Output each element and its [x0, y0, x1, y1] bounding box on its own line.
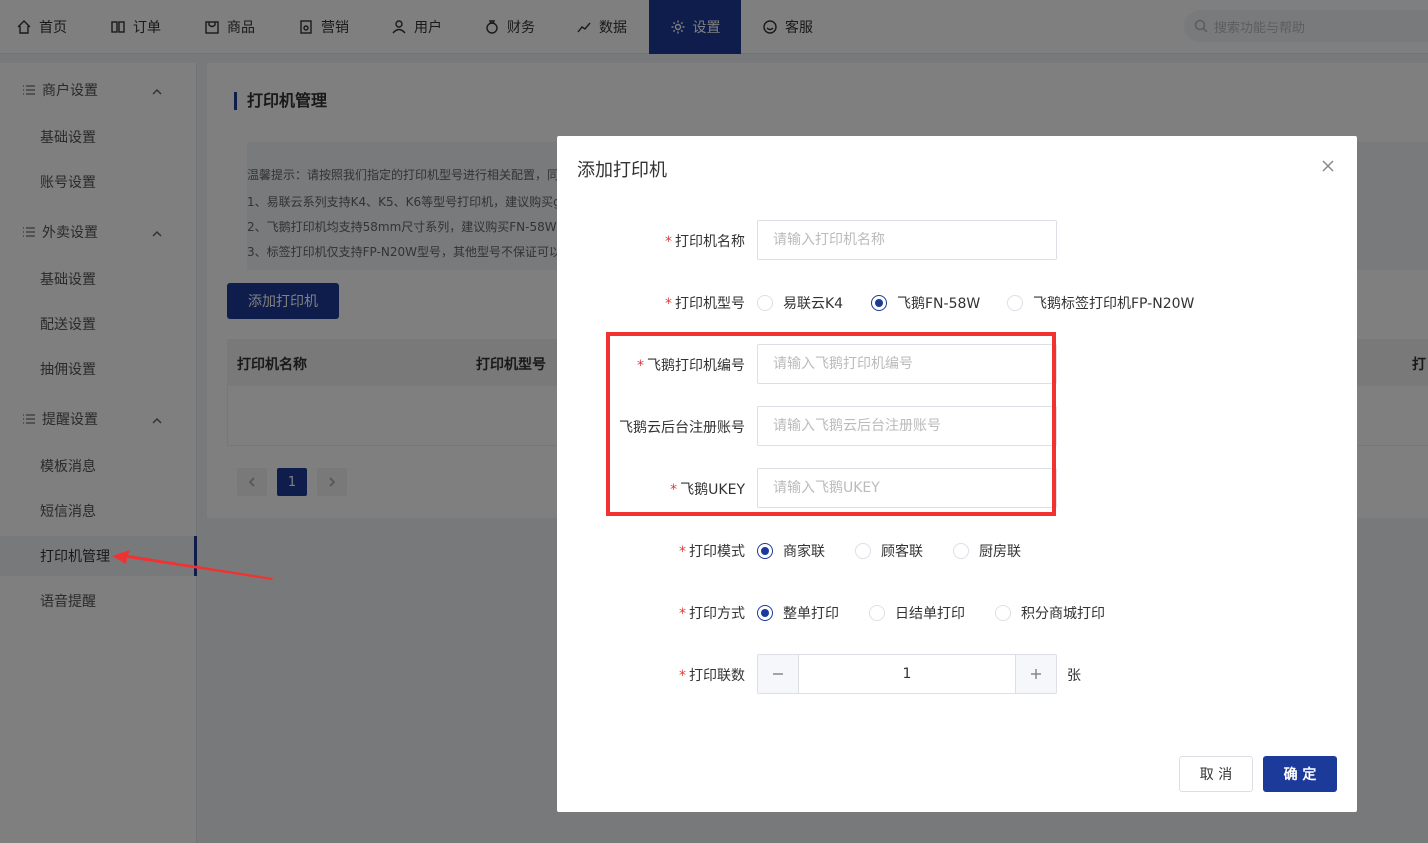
label-text: 打印方式 [689, 606, 745, 622]
radio-method-daily[interactable]: 日结单打印 [869, 603, 965, 623]
field-label-copies: * 打印联数 [679, 665, 745, 685]
printer-name-input[interactable] [757, 220, 1057, 260]
field-label-feie-sn: * 飞鹅打印机编号 [637, 355, 745, 375]
confirm-button[interactable]: 确 定 [1263, 756, 1337, 792]
radio-circle [855, 543, 871, 559]
minus-icon [773, 673, 783, 675]
radio-circle [757, 543, 773, 559]
radio-circle [871, 295, 887, 311]
field-label-feie-ukey: * 飞鹅UKEY [670, 479, 745, 499]
radio-label: 整单打印 [783, 606, 839, 622]
radio-label: 积分商城打印 [1021, 606, 1105, 622]
cancel-button[interactable]: 取 消 [1179, 756, 1253, 792]
radio-circle [869, 605, 885, 621]
radio-circle [757, 295, 773, 311]
radio-label: 飞鹅FN-58W [897, 296, 981, 312]
annotation-arrow [112, 550, 273, 580]
field-label-printer-model: * 打印机型号 [665, 293, 745, 313]
required-mark: * [679, 668, 686, 684]
decrement-button[interactable] [758, 655, 798, 693]
copies-value[interactable]: 1 [798, 655, 1016, 693]
copies-stepper: 1 [757, 654, 1057, 694]
required-mark: * [679, 606, 686, 622]
required-mark: * [637, 358, 644, 374]
radio-circle [995, 605, 1011, 621]
label-text: 打印模式 [689, 544, 745, 560]
plus-icon [1031, 669, 1041, 679]
required-mark: * [665, 296, 672, 312]
radio-mode-kitchen[interactable]: 厨房联 [953, 541, 1021, 561]
field-label-printer-name: * 打印机名称 [665, 231, 745, 251]
label-text: 飞鹅云后台注册账号 [619, 420, 745, 436]
copies-unit: 张 [1067, 668, 1081, 684]
label-text: 打印机名称 [675, 234, 745, 250]
feie-sn-input[interactable] [757, 344, 1057, 384]
radio-label: 日结单打印 [895, 606, 965, 622]
radio-circle [1007, 295, 1023, 311]
close-icon[interactable] [1321, 159, 1335, 173]
label-text: 打印机型号 [675, 296, 745, 312]
radio-mode-customer[interactable]: 顾客联 [855, 541, 923, 561]
radio-label: 易联云K4 [783, 296, 844, 312]
increment-button[interactable] [1016, 655, 1056, 693]
radio-method-points-mall[interactable]: 积分商城打印 [995, 603, 1105, 623]
required-mark: * [679, 544, 686, 560]
radio-label: 顾客联 [881, 544, 923, 560]
label-text: 打印联数 [689, 668, 745, 684]
label-text: 飞鹅UKEY [680, 482, 745, 498]
radio-label: 商家联 [783, 544, 825, 560]
dialog-title: 添加打印机 [577, 160, 667, 181]
radio-circle [953, 543, 969, 559]
required-mark: * [665, 234, 672, 250]
field-label-print-method: * 打印方式 [679, 603, 745, 623]
radio-method-full-order[interactable]: 整单打印 [757, 603, 839, 623]
label-text: 飞鹅打印机编号 [647, 358, 745, 374]
add-printer-dialog: 添加打印机 *打印机名称 *打印机型号 易联云K4 飞鹅FN-58W 飞鹅标签打… [557, 136, 1357, 812]
radio-model-feie-fn58w[interactable]: 飞鹅FN-58W [871, 293, 980, 313]
radio-circle [757, 605, 773, 621]
field-label-feie-account: 飞鹅云后台注册账号 [619, 417, 745, 437]
feie-ukey-input[interactable] [757, 468, 1057, 508]
radio-label: 厨房联 [979, 544, 1021, 560]
required-mark: * [670, 482, 678, 498]
feie-account-input[interactable] [757, 406, 1057, 446]
field-label-print-mode: * 打印模式 [679, 541, 745, 561]
radio-label: 飞鹅标签打印机FP-N20W [1033, 296, 1195, 312]
radio-mode-merchant[interactable]: 商家联 [757, 541, 825, 561]
radio-model-yilianyun-k4[interactable]: 易联云K4 [757, 293, 843, 313]
radio-model-feie-label[interactable]: 飞鹅标签打印机FP-N20W [1007, 293, 1194, 313]
